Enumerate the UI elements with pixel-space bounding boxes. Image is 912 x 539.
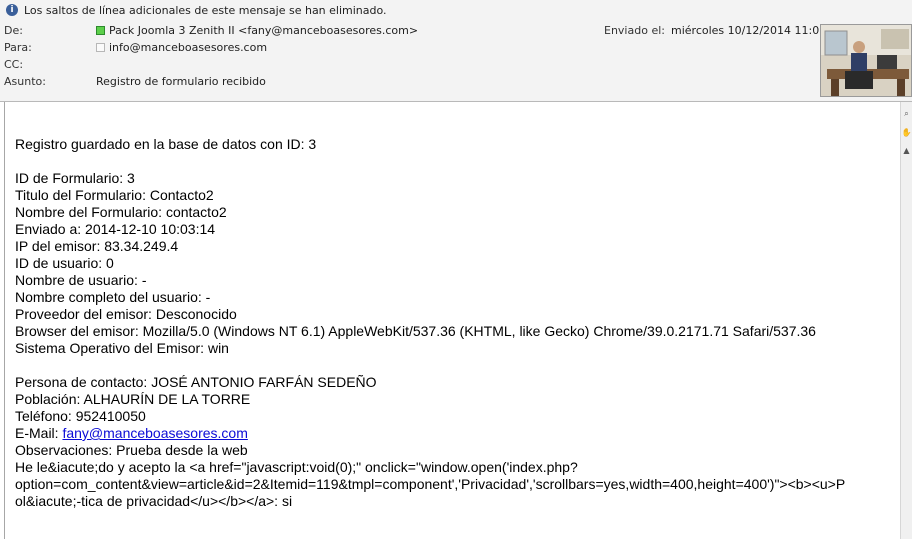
cc-label: CC: <box>4 58 24 71</box>
message-header: i Los saltos de línea adicionales de est… <box>0 0 912 102</box>
subject-label: Asunto: <box>4 75 46 88</box>
from-text[interactable]: Pack Joomla 3 Zenith II <fany@manceboase… <box>109 24 418 37</box>
vertical-scrollbar[interactable]: ⌕ ✋ ▲ <box>900 102 912 539</box>
scroll-up-icon[interactable]: ▲ <box>901 144 912 156</box>
hand-icon[interactable]: ✋ <box>901 126 912 138</box>
field-form-title: Titulo del Formulario: Contacto2 <box>15 187 214 203</box>
field-full-name: Nombre completo del usuario: - <box>15 289 211 305</box>
field-browser: Browser del emisor: Mozilla/5.0 (Windows… <box>15 323 816 339</box>
subject-value: Registro de formulario recibido <box>96 75 266 88</box>
email-link[interactable]: fany@manceboasesores.com <box>62 425 247 441</box>
from-value[interactable]: Pack Joomla 3 Zenith II <fany@manceboase… <box>96 24 418 37</box>
to-text[interactable]: info@manceboasesores.com <box>109 41 267 54</box>
info-icon: i <box>6 4 18 16</box>
to-label: Para: <box>4 41 32 54</box>
observations: Observaciones: Prueba desde la web <box>15 442 248 458</box>
from-label: De: <box>4 24 23 37</box>
info-bar-text: Los saltos de línea adicionales de este … <box>24 3 387 17</box>
field-ip: IP del emisor: 83.34.249.4 <box>15 238 179 254</box>
field-os: Sistema Operativo del Emisor: win <box>15 340 229 356</box>
field-sent-to: Enviado a: 2014-12-10 10:03:14 <box>15 221 216 237</box>
privacy-line-2: option=com_content&view=article&id=2&Ite… <box>15 476 846 492</box>
info-bar[interactable]: i Los saltos de línea adicionales de est… <box>0 0 912 20</box>
presence-online-icon <box>96 26 105 35</box>
privacy-line-1: He le&iacute;do y acepto la <a href="jav… <box>15 459 578 475</box>
contact-phone: Teléfono: 952410050 <box>15 408 146 424</box>
sent-value: miércoles 10/12/2014 11:03 <box>671 24 827 37</box>
message-body[interactable]: Registro guardado en la base de datos co… <box>4 102 901 539</box>
contact-person: Persona de contacto: JOSÉ ANTONIO FARFÁN… <box>15 374 377 390</box>
privacy-line-3: ol&iacute;-tica de privacidad</u></b></a… <box>15 493 293 509</box>
sent-label: Enviado el: <box>604 24 665 37</box>
field-form-id: ID de Formulario: 3 <box>15 170 135 186</box>
email-label: E-Mail: <box>15 425 63 441</box>
sender-photo[interactable] <box>820 24 912 97</box>
saved-line: Registro guardado en la base de datos co… <box>15 136 317 152</box>
field-form-name: Nombre del Formulario: contacto2 <box>15 204 227 220</box>
zoom-icon[interactable]: ⌕ <box>901 108 912 120</box>
field-provider: Proveedor del emisor: Desconocido <box>15 306 237 322</box>
contact-email-line: E-Mail: fany@manceboasesores.com <box>15 425 895 442</box>
field-username: Nombre de usuario: - <box>15 272 147 288</box>
message-content: Registro guardado en la base de datos co… <box>15 136 895 510</box>
presence-unknown-icon <box>96 43 105 52</box>
to-value[interactable]: info@manceboasesores.com <box>96 41 267 54</box>
contact-town: Población: ALHAURÍN DE LA TORRE <box>15 391 251 407</box>
field-user-id: ID de usuario: 0 <box>15 255 114 271</box>
office-photo-image <box>821 25 911 96</box>
